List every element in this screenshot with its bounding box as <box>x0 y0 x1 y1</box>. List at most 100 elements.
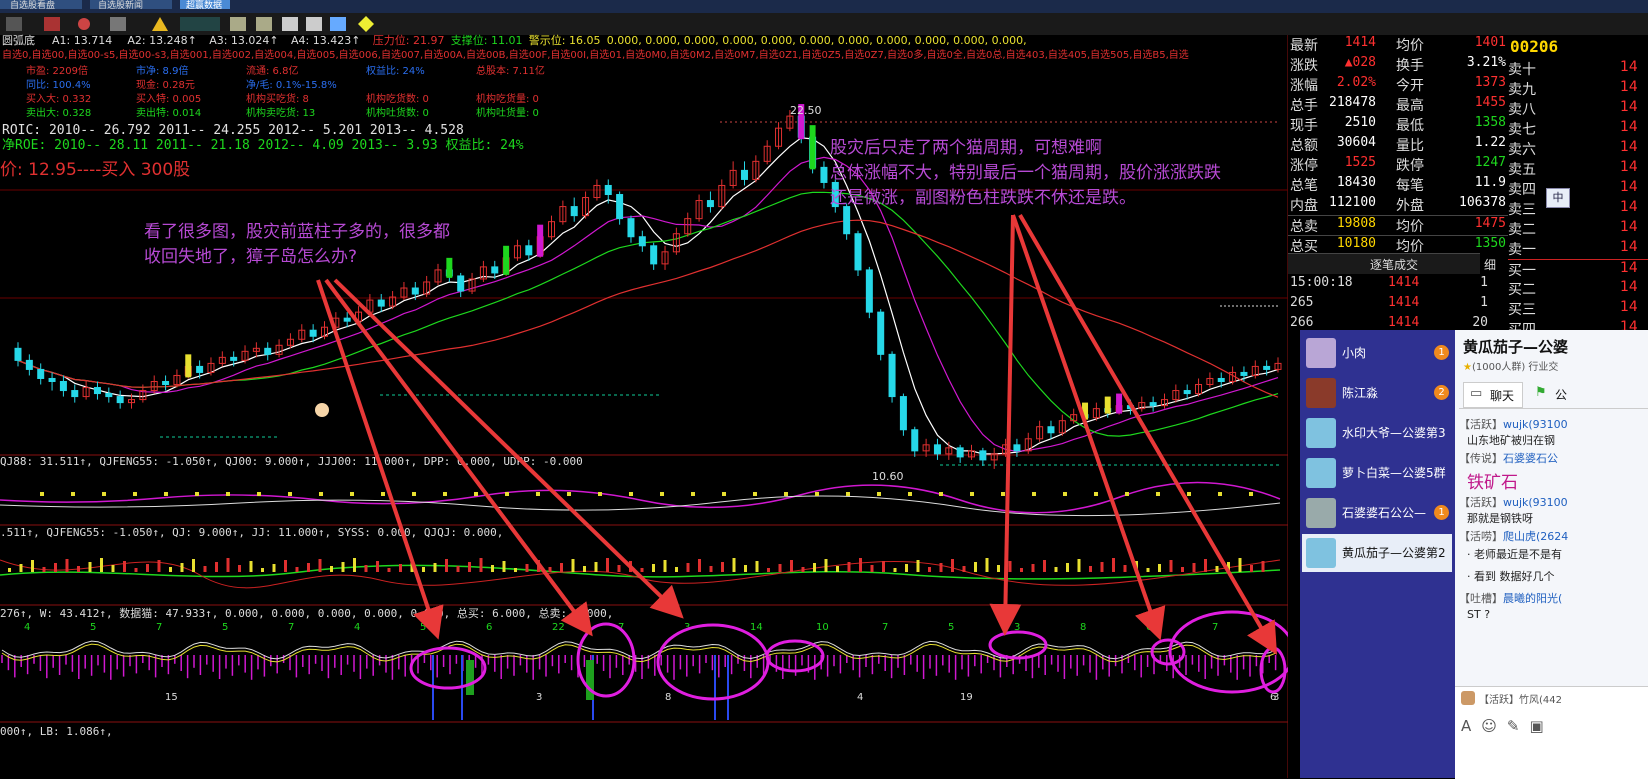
sub1-marker <box>877 492 881 496</box>
quote-label-2: 今开 <box>1396 78 1424 94</box>
candle-body <box>343 317 351 322</box>
message-user[interactable]: wujk(93100 <box>1503 418 1568 431</box>
level-label: 买一 <box>1508 263 1536 279</box>
level-price: 14 <box>1620 260 1638 276</box>
font-icon[interactable]: A <box>1461 717 1481 735</box>
message-user[interactable]: 晨曦的阳光( <box>1503 592 1562 605</box>
screenshot-icon[interactable]: ▣ <box>1529 717 1553 735</box>
tab-notice[interactable]: ⚑ 公 <box>1529 382 1589 406</box>
trade-row: 15:00:18 1414 1 <box>1288 275 1498 295</box>
candle-body <box>196 365 204 373</box>
sub1-marker <box>102 492 106 496</box>
contact-item[interactable]: 黄瓜茄子—公婆第2 <box>1302 534 1452 572</box>
order-level: 卖八 14 <box>1508 99 1648 119</box>
message-user[interactable]: wujk(93100 <box>1503 496 1568 509</box>
contact-item[interactable]: 水印大爷—公婆第3 <box>1302 414 1452 452</box>
chat-tabs: ▭ 聊天 ⚑ 公 <box>1459 380 1648 409</box>
message-user[interactable]: 石婆婆石公 <box>1503 452 1558 465</box>
quote-label: 总笔 <box>1290 178 1318 194</box>
chat-message: 【传说】石婆婆石公 <box>1459 450 1648 466</box>
sub2-bar <box>1123 565 1127 572</box>
message-text: ST ? <box>1467 608 1491 621</box>
signal-candle <box>1104 396 1111 414</box>
candle-body <box>1149 402 1157 407</box>
emoji-icon[interactable]: ☺ <box>1481 717 1507 735</box>
sub1-marker <box>846 492 850 496</box>
sub1-marker <box>1032 492 1036 496</box>
sub2-bar <box>801 567 805 572</box>
text-icon[interactable] <box>230 17 246 31</box>
sub2-bar <box>8 568 11 572</box>
trade-time: 15:00:18 <box>1290 275 1353 290</box>
message-input[interactable] <box>1461 743 1641 773</box>
cycle-number: 6 <box>486 622 492 633</box>
fundamental-item: 市盈: 2209倍 <box>26 64 88 77</box>
sub2-bar <box>192 559 195 572</box>
quote-value-2: 106378 <box>1459 195 1506 210</box>
candle-body <box>105 393 113 398</box>
sub1-marker <box>970 492 974 496</box>
sub2-bar <box>330 566 333 572</box>
message-tag: 【活跃】 <box>1459 418 1503 431</box>
chat-message: 【活跃】wujk(93100 那就是钢铁呀 <box>1459 494 1648 526</box>
sub1-marker <box>784 492 788 496</box>
cycle-number: 8 <box>1080 622 1086 633</box>
signal-icon[interactable] <box>78 18 90 30</box>
chart2-icon[interactable] <box>306 17 322 31</box>
tools-icon[interactable]: ✎ <box>1507 717 1530 735</box>
contact-name: 小肉 <box>1342 346 1367 360</box>
group-title: 黄瓜茄子—公婆 <box>1463 338 1569 356</box>
candle-body <box>116 396 124 404</box>
line-icon[interactable] <box>256 17 272 31</box>
message-text: 那就是钢铁呀 <box>1467 512 1533 525</box>
chat-message: 【活唠】爬山虎(2624 <box>1459 528 1648 544</box>
candle-body <box>491 266 499 274</box>
sub2-bar <box>997 565 1000 572</box>
contact-item[interactable]: 陈江淼 2 <box>1302 374 1452 412</box>
order-level: 买二 14 <box>1508 279 1648 299</box>
quote-value: 18430 <box>1336 175 1376 190</box>
trade-time: 265 <box>1290 295 1314 310</box>
sub2-bar <box>974 562 977 572</box>
candle-body <box>525 245 533 256</box>
sub1-marker <box>288 492 292 496</box>
stats-icon[interactable] <box>110 17 126 31</box>
tab-notice-label: 公 <box>1555 388 1568 402</box>
quote-row: 总卖 19808 均价 1475 <box>1288 215 1508 236</box>
tab-chat[interactable]: ▭ 聊天 <box>1463 382 1523 408</box>
image-icon[interactable] <box>330 17 346 31</box>
sub2-bar <box>364 565 368 572</box>
cycle-number: 22 <box>552 622 565 633</box>
quote-value-2: 1475 <box>1474 216 1506 231</box>
popup-tab[interactable]: 中 <box>1546 188 1570 208</box>
message-user[interactable]: 爬山虎(2624 <box>1503 530 1568 543</box>
fundamental-item: 机构吐货数: 0 <box>366 106 429 119</box>
sub2-bar <box>732 558 736 572</box>
sub2-bar <box>226 558 230 572</box>
contact-item[interactable]: 萝卜白菜—公婆5群 <box>1302 454 1452 492</box>
trades-detail-button[interactable]: 细 <box>1484 256 1496 273</box>
drawing-icon[interactable] <box>180 17 220 31</box>
indicator-item: A3: 13.024↑ <box>209 34 278 47</box>
sub2-bar <box>272 564 276 572</box>
sub1-marker <box>722 492 726 496</box>
quote-label: 内盘 <box>1290 198 1318 214</box>
quote-row: 现手 2510 最低 1358 <box>1288 115 1508 135</box>
level-price: 14 <box>1620 119 1638 135</box>
sub1-marker <box>629 492 633 496</box>
grid-icon[interactable] <box>282 17 298 31</box>
order-level: 卖七 14 <box>1508 119 1648 139</box>
level-label: 卖一 <box>1508 242 1536 258</box>
candle-body <box>1183 390 1191 395</box>
contact-item[interactable]: 石婆婆石公公— 1 <box>1302 494 1452 532</box>
layout-icon[interactable] <box>6 17 22 31</box>
sub2-bar <box>1077 559 1081 572</box>
sub2-bar <box>180 563 184 572</box>
candle-body <box>71 390 79 398</box>
fundamental-item: 权益比: 24% <box>366 64 425 77</box>
contact-item[interactable]: 小肉 1 <box>1302 334 1452 372</box>
chart-icon[interactable] <box>44 17 60 31</box>
sub2-bar <box>65 559 69 572</box>
order-level: 卖一 14 <box>1508 239 1648 259</box>
sub2-bar <box>111 565 115 572</box>
